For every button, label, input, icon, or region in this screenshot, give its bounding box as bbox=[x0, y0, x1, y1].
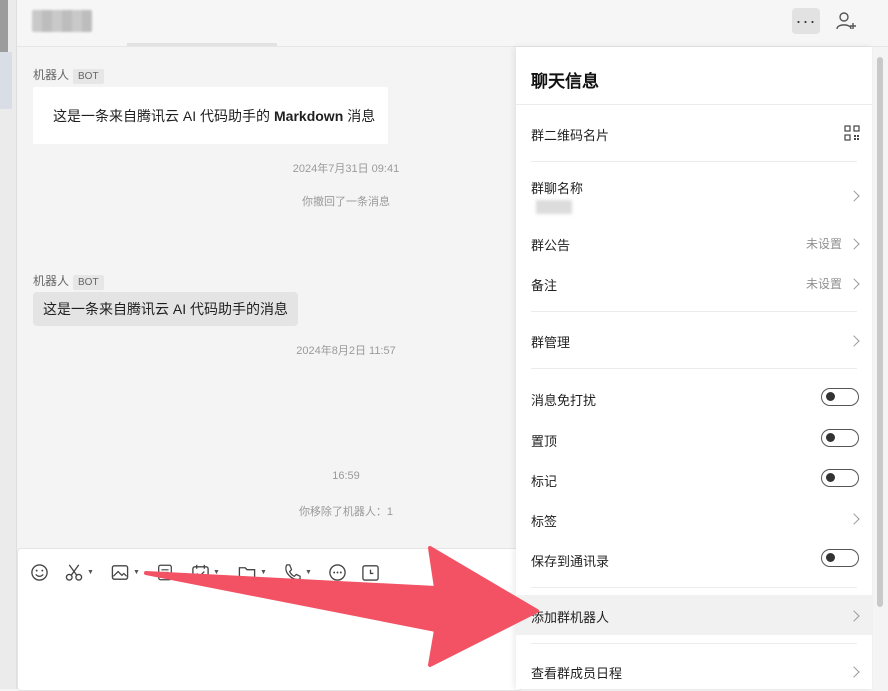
chevron-right-icon bbox=[848, 238, 860, 250]
mark-label: 标记 bbox=[531, 474, 558, 489]
quick-reply-button[interactable] bbox=[328, 561, 347, 583]
add-group-bot-row[interactable]: 添加群机器人 bbox=[516, 595, 872, 635]
do-not-disturb-label: 消息免打扰 bbox=[531, 393, 597, 408]
qr-code-icon bbox=[844, 125, 860, 141]
message-sender: 机器人 BOT bbox=[33, 66, 104, 84]
divider bbox=[531, 311, 857, 312]
remark-value: 未设置 bbox=[805, 277, 842, 291]
divider bbox=[531, 587, 857, 588]
remark-row[interactable]: 备注 未设置 bbox=[516, 267, 872, 297]
clock-icon bbox=[362, 564, 379, 581]
more-options-button[interactable]: ··· bbox=[792, 8, 820, 34]
document-button[interactable] bbox=[156, 561, 174, 583]
toggle-knob bbox=[826, 473, 835, 482]
chevron-down-icon[interactable]: ▼ bbox=[305, 569, 312, 576]
group-management-label: 群管理 bbox=[531, 335, 571, 350]
call-button[interactable]: ▼ bbox=[283, 561, 312, 583]
chevron-right-icon bbox=[848, 278, 860, 290]
message-sender: 机器人 BOT bbox=[33, 272, 104, 290]
scrollbar-thumb[interactable] bbox=[877, 57, 883, 607]
folder-icon bbox=[238, 566, 256, 579]
group-qr-row[interactable]: 群二维码名片 bbox=[516, 113, 872, 153]
divider bbox=[531, 368, 857, 369]
chat-header: ··· bbox=[17, 0, 888, 47]
message-composer[interactable]: ▼ ▼ ▼ ▼ ▼ bbox=[17, 548, 522, 691]
message-bold-text: Markdown bbox=[274, 107, 344, 124]
sender-name: 机器人 bbox=[33, 68, 70, 82]
emoji-icon bbox=[31, 563, 48, 581]
phone-icon bbox=[285, 563, 301, 580]
tag-row[interactable]: 标签 bbox=[516, 503, 872, 533]
do-not-disturb-toggle[interactable] bbox=[821, 388, 859, 406]
image-icon bbox=[111, 564, 129, 580]
more-icon: ··· bbox=[795, 10, 817, 31]
chat-title-blurred bbox=[32, 10, 92, 32]
chevron-right-icon bbox=[848, 666, 860, 678]
chat-info-panel: 聊天信息 群二维码名片 群聊名称 群公告 未设置 备注 未设置 群管理 消息免打… bbox=[516, 47, 872, 689]
pin-label: 置顶 bbox=[531, 434, 558, 449]
message-text: 这是一条来自腾讯云 AI 代码助手的 bbox=[53, 107, 271, 124]
add-group-bot-label: 添加群机器人 bbox=[531, 610, 610, 625]
tag-label: 标签 bbox=[531, 514, 558, 529]
sidebar-selected-item[interactable] bbox=[0, 52, 12, 109]
announcement-label: 群公告 bbox=[531, 238, 571, 253]
save-to-contacts-toggle[interactable] bbox=[821, 549, 859, 567]
emoji-button[interactable] bbox=[30, 561, 49, 583]
sidebar-top-block bbox=[0, 0, 8, 52]
pin-toggle[interactable] bbox=[821, 429, 859, 447]
chevron-right-icon bbox=[848, 610, 860, 622]
save-to-contacts-row: 保存到通讯录 bbox=[516, 543, 872, 573]
add-member-button[interactable] bbox=[834, 8, 860, 34]
panel-title: 聊天信息 bbox=[531, 72, 599, 91]
left-sidebar-strip bbox=[0, 0, 17, 689]
screenshot-button[interactable]: ▼ bbox=[64, 561, 94, 583]
scissors-icon bbox=[65, 564, 83, 581]
group-management-row[interactable]: 群管理 bbox=[516, 323, 872, 355]
divider bbox=[531, 161, 857, 162]
save-to-contacts-label: 保存到通讯录 bbox=[531, 554, 610, 569]
announcement-row[interactable]: 群公告 未设置 bbox=[516, 227, 872, 257]
chevron-down-icon[interactable]: ▼ bbox=[260, 569, 267, 576]
image-button[interactable]: ▼ bbox=[110, 561, 140, 583]
calendar-check-icon bbox=[192, 564, 209, 581]
announcement-value: 未设置 bbox=[805, 237, 842, 251]
panel-scrollbar[interactable] bbox=[873, 47, 888, 689]
divider bbox=[531, 643, 857, 644]
chevron-right-icon bbox=[848, 190, 860, 202]
message-bubble-markdown[interactable]: 这是一条来自腾讯云 AI 代码助手的 Markdown 消息 bbox=[33, 87, 388, 144]
message-bubble-plain[interactable]: 这是一条来自腾讯云 AI 代码助手的消息 bbox=[33, 292, 299, 326]
toggle-knob bbox=[826, 433, 835, 442]
schedule-button[interactable]: ▼ bbox=[191, 561, 220, 583]
message-text: 这是一条来自腾讯云 AI 代码助手的消息 bbox=[43, 301, 289, 317]
add-user-icon bbox=[836, 12, 856, 30]
toggle-knob bbox=[826, 392, 835, 401]
group-name-label: 群聊名称 bbox=[531, 181, 584, 196]
message-text-tail: 消息 bbox=[347, 107, 376, 124]
chevron-down-icon[interactable]: ▼ bbox=[87, 569, 94, 576]
sender-name: 机器人 bbox=[33, 274, 70, 288]
folder-button[interactable]: ▼ bbox=[237, 561, 267, 583]
document-icon bbox=[158, 564, 172, 580]
chevron-right-icon bbox=[848, 335, 860, 347]
chevron-right-icon bbox=[848, 513, 860, 525]
chevron-down-icon[interactable]: ▼ bbox=[213, 569, 220, 576]
header-divider bbox=[127, 43, 277, 46]
mark-toggle[interactable] bbox=[821, 469, 859, 487]
divider bbox=[516, 104, 872, 105]
bot-badge: BOT bbox=[73, 69, 104, 84]
group-qr-label: 群二维码名片 bbox=[531, 128, 610, 143]
bot-badge: BOT bbox=[73, 275, 104, 290]
do-not-disturb-row: 消息免打扰 bbox=[516, 382, 872, 412]
member-schedule-row[interactable]: 查看群成员日程 bbox=[516, 653, 872, 687]
pin-row: 置顶 bbox=[516, 423, 872, 453]
group-name-value-blurred bbox=[536, 200, 572, 214]
remark-label: 备注 bbox=[531, 278, 558, 293]
mark-row: 标记 bbox=[516, 463, 872, 493]
member-schedule-label: 查看群成员日程 bbox=[531, 666, 623, 681]
history-button[interactable] bbox=[361, 561, 380, 583]
toggle-knob bbox=[826, 553, 835, 562]
chat-bubble-icon bbox=[329, 563, 346, 581]
chevron-down-icon[interactable]: ▼ bbox=[133, 569, 140, 576]
